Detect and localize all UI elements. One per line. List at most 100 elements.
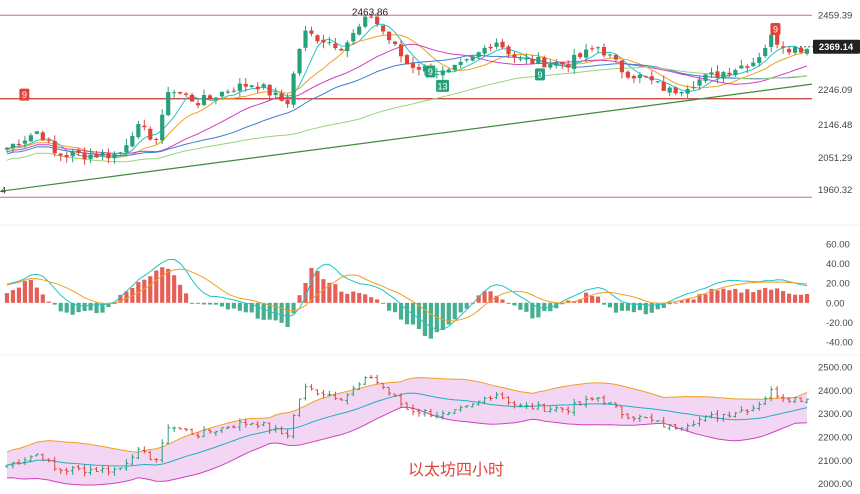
price-candle bbox=[297, 48, 302, 76]
current-price-label: 2369.14 bbox=[819, 42, 854, 53]
macd-histogram-bar bbox=[172, 275, 177, 303]
macd-histogram-bar bbox=[518, 302, 523, 310]
price-candle bbox=[673, 86, 678, 95]
macd-histogram-bar bbox=[285, 302, 290, 328]
candle-body bbox=[595, 47, 601, 49]
candle-body bbox=[386, 31, 392, 41]
price-candle bbox=[416, 63, 422, 76]
macd-histogram-bar bbox=[428, 302, 433, 339]
candle-body bbox=[542, 57, 547, 68]
candle-body bbox=[16, 143, 22, 146]
candle-body bbox=[100, 152, 105, 156]
candle-body bbox=[237, 83, 242, 91]
price-candle bbox=[578, 51, 583, 60]
candle-body bbox=[715, 71, 720, 78]
macd-histogram-bar bbox=[804, 293, 810, 303]
macd-histogram-bar bbox=[148, 276, 153, 303]
candle-body bbox=[536, 56, 541, 64]
macd-histogram-bar bbox=[691, 299, 696, 303]
price-candle bbox=[410, 57, 416, 74]
macd-histogram-bar bbox=[28, 279, 33, 303]
macd-histogram-bar bbox=[46, 301, 51, 303]
candle-body bbox=[22, 140, 27, 144]
candle-body bbox=[267, 84, 272, 96]
macd-histogram-bar bbox=[787, 293, 792, 303]
candle-body bbox=[655, 81, 660, 83]
candle-body bbox=[631, 76, 636, 79]
candle-body bbox=[691, 86, 696, 89]
candle-body bbox=[613, 54, 619, 60]
price-candle bbox=[184, 91, 189, 98]
ethereum-4h-chart[interactable]: 9 9 13 9 9 2463.86 4 2459.39 2246.09 2146.48 2051.… bbox=[0, 0, 860, 490]
macd-axis-tick: 20.00 bbox=[826, 279, 850, 290]
price-candle bbox=[804, 48, 810, 56]
candle-body bbox=[757, 57, 762, 64]
peak-price-label: 2463.86 bbox=[352, 8, 389, 19]
price-candle bbox=[327, 36, 332, 46]
price-candle bbox=[58, 152, 63, 162]
macd-histogram-bar bbox=[52, 302, 57, 305]
candle-body bbox=[124, 145, 129, 153]
candle-body bbox=[279, 93, 284, 101]
macd-histogram-bar bbox=[506, 302, 511, 304]
price-candle bbox=[703, 73, 708, 84]
candle-body bbox=[679, 92, 684, 94]
macd-histogram-bar bbox=[339, 291, 344, 303]
candle-body bbox=[798, 47, 804, 53]
candle-body bbox=[787, 48, 792, 53]
candle-body bbox=[34, 131, 39, 134]
bollinger-ohlc-bar bbox=[172, 426, 177, 432]
macd-histogram-bar bbox=[500, 299, 505, 303]
candle-body bbox=[351, 32, 356, 42]
candle-body bbox=[357, 26, 362, 35]
macd-axis-tick: 60.00 bbox=[826, 239, 850, 250]
candle-body bbox=[548, 64, 553, 68]
candle-body bbox=[667, 87, 672, 93]
price-candle bbox=[607, 53, 613, 58]
candle-body bbox=[554, 62, 559, 66]
macd-histogram-bar bbox=[751, 292, 756, 303]
candle-body bbox=[464, 59, 469, 61]
price-candle bbox=[386, 31, 392, 45]
candle-body bbox=[345, 42, 350, 52]
price-candle bbox=[470, 55, 475, 62]
td-sequential-marker-label: 13 bbox=[438, 81, 448, 91]
price-candle bbox=[172, 89, 177, 99]
candle-body bbox=[178, 92, 183, 94]
price-candle bbox=[721, 70, 726, 83]
candle-body bbox=[28, 135, 33, 142]
candle-body bbox=[709, 72, 714, 75]
td-sequential-marker-label: 9 bbox=[22, 90, 27, 100]
macd-histogram-bar bbox=[733, 288, 738, 303]
price-candle bbox=[625, 70, 630, 80]
candle-body bbox=[4, 147, 10, 150]
macd-histogram-bar bbox=[613, 302, 619, 313]
candle-body bbox=[751, 62, 756, 67]
candle-body bbox=[410, 63, 416, 68]
candle-body bbox=[249, 85, 254, 87]
macd-histogram-bar bbox=[375, 299, 380, 303]
candle-body bbox=[201, 94, 207, 106]
bollinger-ohlc-bar bbox=[363, 376, 368, 386]
price-candle bbox=[500, 38, 505, 50]
candle-body bbox=[804, 49, 810, 54]
macd-histogram-bar bbox=[351, 291, 356, 303]
macd-histogram-bar bbox=[297, 295, 302, 303]
candle-body bbox=[404, 54, 410, 65]
bollinger-axis-tick: 2000.00 bbox=[818, 479, 852, 489]
price-candle bbox=[649, 70, 654, 85]
macd-axis-tick: -40.00 bbox=[826, 338, 853, 349]
candle-body bbox=[440, 70, 445, 76]
price-candle bbox=[34, 130, 39, 135]
td-sequential-marker-label: 9 bbox=[428, 67, 433, 77]
price-axis-tick: 1960.32 bbox=[818, 185, 852, 196]
bollinger-axis-tick: 2400.00 bbox=[818, 386, 852, 397]
macd-histogram-bar bbox=[273, 302, 278, 321]
macd-histogram-bar bbox=[542, 302, 547, 312]
candle-body bbox=[727, 72, 732, 75]
price-candle bbox=[739, 59, 744, 69]
price-candle bbox=[309, 26, 314, 37]
candle-body bbox=[512, 54, 517, 58]
candle-body bbox=[118, 152, 123, 154]
macd-histogram-bar bbox=[536, 302, 541, 318]
